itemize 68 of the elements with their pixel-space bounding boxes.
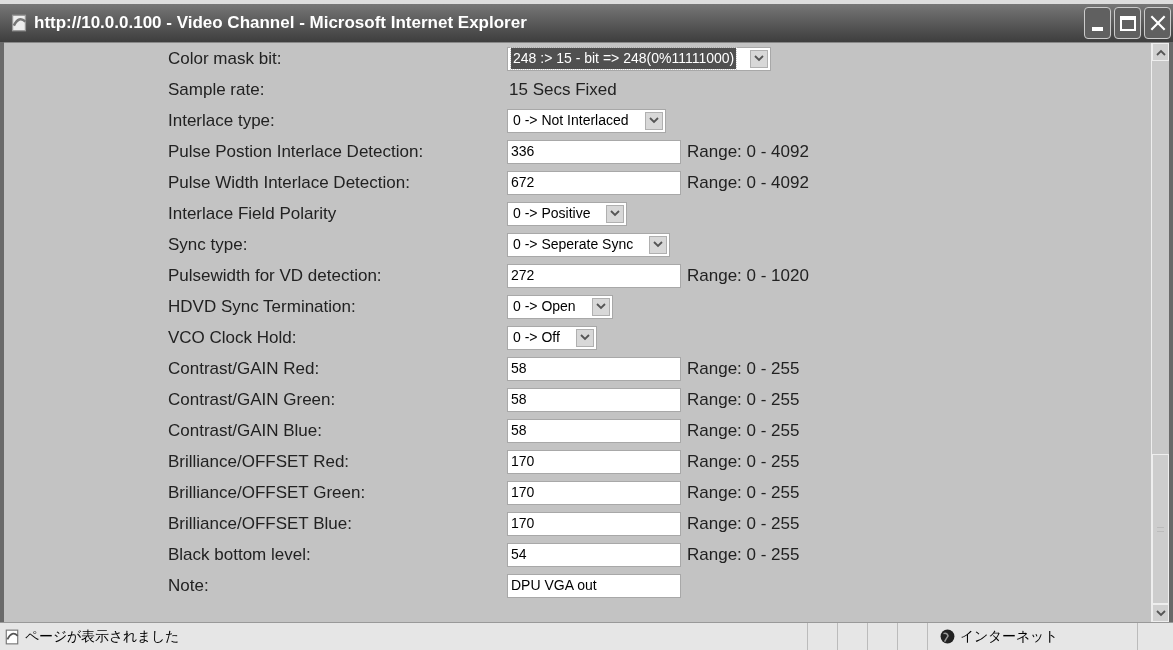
- input-field[interactable]: 58: [507, 356, 681, 381]
- field-label: Brilliance/OFFSET Green:: [168, 481, 367, 504]
- scroll-down-button[interactable]: [1152, 604, 1169, 622]
- field-label: Contrast/GAIN Green:: [168, 388, 337, 411]
- range-hint: Range: 0 - 255: [687, 512, 800, 535]
- range-hint: Range: 0 - 255: [687, 388, 800, 411]
- dropdown[interactable]: 0 -> Seperate Sync: [507, 232, 671, 257]
- dropdown[interactable]: 0 -> Positive: [507, 201, 628, 226]
- range-hint: Range: 0 - 255: [687, 357, 800, 380]
- dropdown[interactable]: 248 :> 15 - bit => 248(0%11111000): [507, 46, 772, 71]
- page-icon: [4, 628, 20, 645]
- range-hint: Range: 0 - 4092: [687, 140, 809, 163]
- dropdown-value: 248 :> 15 - bit => 248(0%11111000): [511, 48, 737, 69]
- field-label: Color mask bit:: [168, 47, 283, 70]
- input-field[interactable]: 170: [507, 480, 681, 505]
- dropdown[interactable]: 0 -> Off: [507, 325, 597, 350]
- field-label: Brilliance/OFFSET Blue:: [168, 512, 353, 535]
- field-label: Contrast/GAIN Blue:: [168, 419, 323, 442]
- field-label: Contrast/GAIN Red:: [168, 357, 321, 380]
- field-label: Black bottom level:: [168, 543, 312, 566]
- input-field[interactable]: 58: [507, 418, 681, 443]
- window-title: http://10.0.0.100 - Video Channel - Microsoft Internet Explorer: [34, 12, 527, 35]
- field-label: Sample rate:: [168, 78, 266, 101]
- dropdown-value: 0 -> Off: [512, 328, 561, 347]
- input-field[interactable]: 672: [507, 170, 681, 195]
- close-icon: [1149, 15, 1166, 31]
- field-label: Pulsewidth for VD detection:: [168, 264, 383, 287]
- dropdown-value: 0 -> Open: [512, 297, 577, 316]
- input-field[interactable]: 336: [507, 139, 681, 164]
- input-field[interactable]: 272: [507, 263, 681, 288]
- range-hint: Range: 0 - 4092: [687, 171, 809, 194]
- scroll-thumb[interactable]: [1152, 454, 1169, 604]
- browser-page-icon: [10, 14, 28, 32]
- field-label: Note:: [168, 574, 210, 597]
- dropdown-value: 0 -> Positive: [512, 204, 592, 223]
- dropdown[interactable]: 0 -> Not Interlaced: [507, 108, 666, 133]
- field-label: Pulse Width Interlace Detection:: [168, 171, 411, 194]
- maximize-button[interactable]: [1114, 7, 1141, 39]
- dropdown[interactable]: 0 -> Open: [507, 294, 613, 319]
- range-hint: Range: 0 - 255: [687, 450, 800, 473]
- zone-label: インターネット: [960, 627, 1058, 646]
- field-value: 15 Secs Fixed: [508, 78, 617, 101]
- dropdown-value: 0 -> Seperate Sync: [512, 235, 635, 254]
- maximize-icon: [1119, 15, 1136, 31]
- minimize-button[interactable]: [1084, 7, 1111, 39]
- dropdown-value: 0 -> Not Interlaced: [512, 111, 630, 130]
- input-field[interactable]: 58: [507, 387, 681, 412]
- minimize-icon: [1092, 27, 1103, 31]
- input-field[interactable]: 170: [507, 511, 681, 536]
- input-field[interactable]: DPU VGA out: [507, 573, 681, 598]
- range-hint: Range: 0 - 255: [687, 419, 800, 442]
- input-field[interactable]: 170: [507, 449, 681, 474]
- field-label: Interlace type:: [168, 109, 276, 132]
- input-field[interactable]: 54: [507, 542, 681, 567]
- field-label: HDVD Sync Termination:: [168, 295, 357, 318]
- close-button[interactable]: [1144, 7, 1171, 39]
- field-label: Sync type:: [168, 233, 249, 256]
- range-hint: Range: 0 - 1020: [687, 264, 809, 287]
- globe-icon: [940, 629, 955, 644]
- range-hint: Range: 0 - 255: [687, 481, 800, 504]
- field-label: VCO Clock Hold:: [168, 326, 298, 349]
- status-message: ページが表示されました: [25, 627, 179, 646]
- range-hint: Range: 0 - 255: [687, 543, 800, 566]
- scrollbar[interactable]: [1151, 43, 1169, 622]
- field-label: Pulse Postion Interlace Detection:: [168, 140, 425, 163]
- field-label: Interlace Field Polarity: [168, 202, 338, 225]
- scroll-up-button[interactable]: [1152, 43, 1169, 61]
- field-label: Brilliance/OFFSET Red:: [168, 450, 351, 473]
